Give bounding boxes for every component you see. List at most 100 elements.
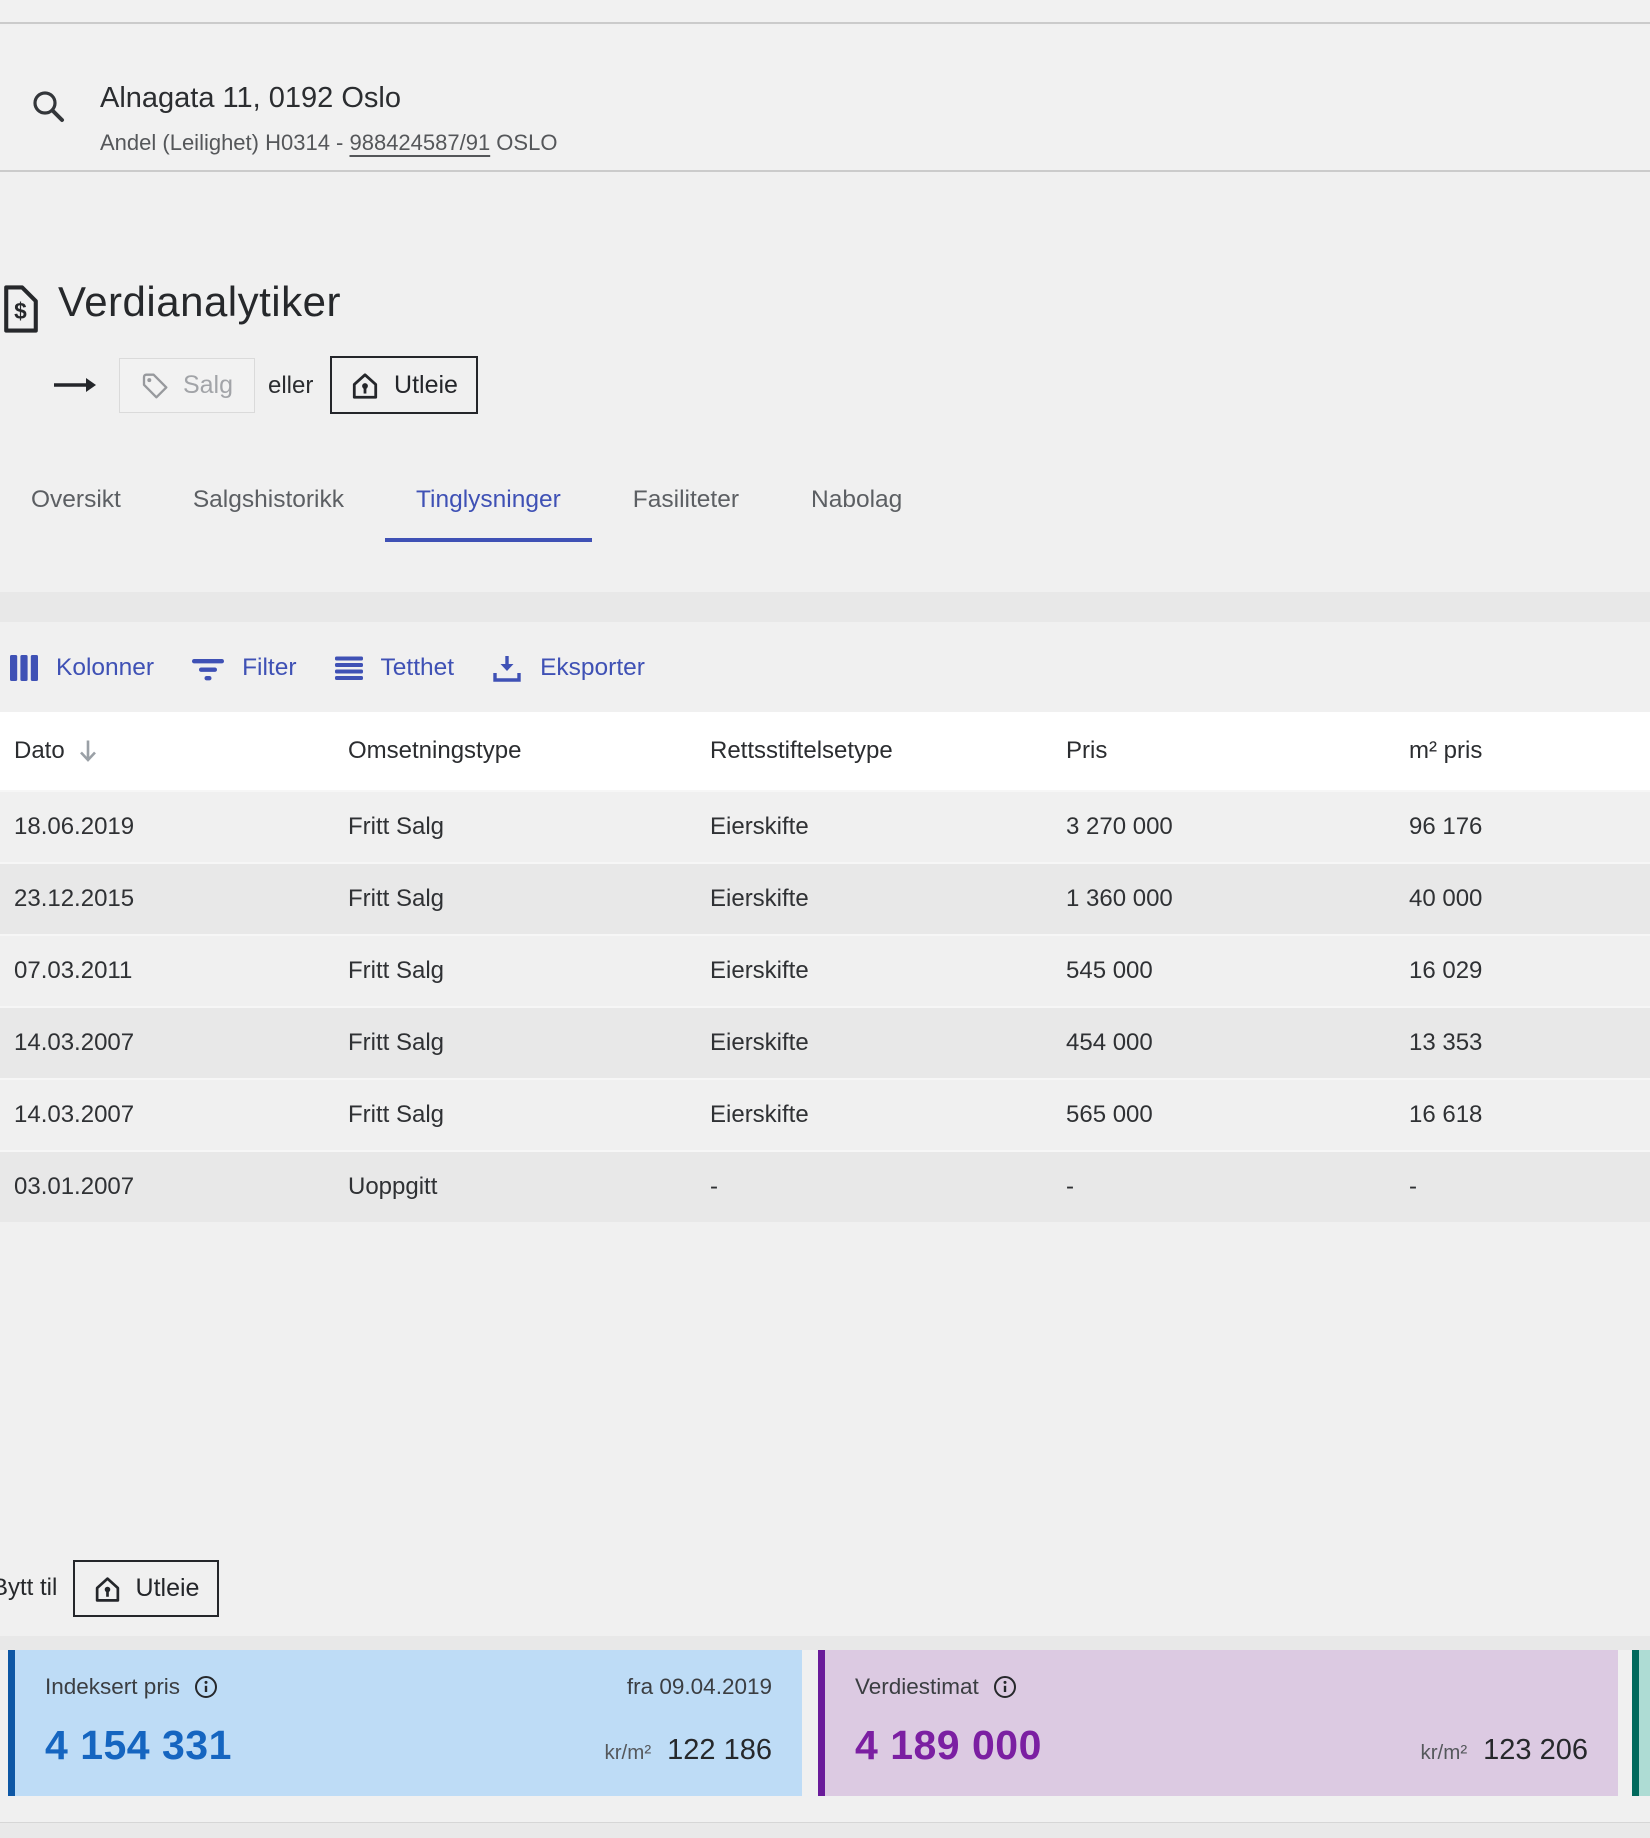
cell-omsetningstype: Fritt Salg	[348, 957, 710, 985]
top-strip	[0, 0, 1650, 24]
table-header: Dato Omsetningstype Rettsstiftelsetype P…	[0, 712, 1650, 790]
table-row[interactable]: 07.03.2011 Fritt Salg Eierskifte 545 000…	[0, 934, 1650, 1006]
cell-rettsstiftelsetype: Eierskifte	[710, 813, 1066, 841]
tab-tinglysninger[interactable]: Tinglysninger	[385, 486, 592, 542]
estimate-sqm-price: 123 206	[1483, 1734, 1588, 1767]
cell-pris: 1 360 000	[1066, 885, 1409, 913]
column-header-dato[interactable]: Dato	[14, 737, 348, 765]
cell-omsetningstype: Fritt Salg	[348, 1029, 710, 1057]
bytt-til-label: Bytt til	[0, 1574, 57, 1602]
svg-text:$: $	[14, 298, 27, 324]
sort-descending-icon[interactable]	[77, 738, 99, 764]
tab-salgshistorikk[interactable]: Salgshistorikk	[162, 486, 375, 542]
utleie-toggle-button[interactable]: Utleie	[330, 356, 478, 414]
table-row[interactable]: 18.06.2019 Fritt Salg Eierskifte 3 270 0…	[0, 790, 1650, 862]
property-city: OSLO	[490, 130, 557, 155]
indexed-price-date: fra 09.04.2019	[627, 1674, 772, 1700]
search-icon[interactable]	[30, 88, 70, 128]
salg-label: Salg	[183, 371, 233, 400]
page-title: Verdianalytiker	[58, 278, 341, 326]
column-header-m2-pris[interactable]: m² pris	[1409, 737, 1650, 765]
cell-dato: 18.06.2019	[14, 813, 348, 841]
salg-toggle-button[interactable]: Salg	[119, 358, 255, 413]
column-header-omsetningstype[interactable]: Omsetningstype	[348, 737, 710, 765]
columns-label: Kolonner	[56, 654, 154, 682]
cell-pris: 454 000	[1066, 1029, 1409, 1057]
bytt-til-utleie-button[interactable]: Utleie	[73, 1560, 219, 1617]
utleie-label: Utleie	[394, 371, 458, 400]
section-divider-band	[0, 592, 1650, 622]
filter-button[interactable]: Filter	[191, 653, 296, 683]
columns-icon	[9, 653, 39, 683]
value-estimate-card: Verdiestimat 4 189 000 kr/m² 123 206	[818, 1650, 1618, 1796]
property-subtitle: Andel (Leilighet) H0314 - 988424587/91 O…	[100, 130, 557, 156]
home-keyhole-icon	[350, 371, 380, 400]
density-icon	[334, 653, 364, 683]
info-icon[interactable]	[993, 1675, 1017, 1699]
tag-icon	[141, 372, 169, 400]
column-header-pris[interactable]: Pris	[1066, 737, 1409, 765]
filter-label: Filter	[242, 654, 296, 682]
filter-icon	[191, 653, 225, 683]
verdianalytiker-page: Alnagata 11, 0192 Oslo Andel (Leilighet)…	[0, 0, 1650, 1838]
clipped-teal-card	[1632, 1650, 1650, 1796]
column-header-rettsstiftelsetype[interactable]: Rettsstiftelsetype	[710, 737, 1066, 765]
cell-m2-pris: -	[1409, 1173, 1650, 1201]
cell-dato: 03.01.2007	[14, 1173, 348, 1201]
density-label: Tetthet	[381, 654, 455, 682]
cell-omsetningstype: Fritt Salg	[348, 813, 710, 841]
tab-fasiliteter[interactable]: Fasiliteter	[602, 486, 770, 542]
cell-dato: 14.03.2007	[14, 1101, 348, 1129]
tab-nabolag[interactable]: Nabolag	[780, 486, 933, 542]
indexed-price-label: Indeksert pris	[45, 1674, 180, 1700]
utleie-label: Utleie	[136, 1574, 200, 1603]
cell-pris: 545 000	[1066, 957, 1409, 985]
density-button[interactable]: Tetthet	[334, 653, 455, 683]
cell-omsetningstype: Fritt Salg	[348, 1101, 710, 1129]
property-address: Alnagata 11, 0192 Oslo	[100, 82, 401, 115]
export-button[interactable]: Eksporter	[491, 653, 645, 684]
sqm-unit-label: kr/m²	[604, 1741, 651, 1765]
value-estimate-label: Verdiestimat	[855, 1674, 979, 1700]
cell-rettsstiftelsetype: Eierskifte	[710, 1029, 1066, 1057]
home-keyhole-icon	[93, 1575, 122, 1603]
property-search-header[interactable]: Alnagata 11, 0192 Oslo Andel (Leilighet)…	[0, 26, 1650, 172]
eller-label: eller	[268, 372, 313, 400]
cell-m2-pris: 40 000	[1409, 885, 1650, 913]
table-toolbar: Kolonner Filter Tetthet	[9, 640, 645, 696]
cell-m2-pris: 96 176	[1409, 813, 1650, 841]
columns-button[interactable]: Kolonner	[9, 653, 154, 683]
info-icon[interactable]	[194, 1675, 218, 1699]
table-row[interactable]: 14.03.2007 Fritt Salg Eierskifte 454 000…	[0, 1006, 1650, 1078]
org-number-link[interactable]: 988424587/91	[349, 130, 490, 155]
cell-m2-pris: 16 618	[1409, 1101, 1650, 1129]
sqm-unit-label: kr/m²	[1420, 1741, 1467, 1765]
cell-pris: 3 270 000	[1066, 813, 1409, 841]
bottom-gap	[0, 1796, 1650, 1822]
indexed-price-card: Indeksert pris fra 09.04.2019 4 154 331 …	[8, 1650, 802, 1796]
footer-divider-band	[0, 1636, 1650, 1650]
cell-pris: -	[1066, 1173, 1409, 1201]
table-row[interactable]: 03.01.2007 Uoppgitt - - -	[0, 1150, 1650, 1222]
cell-dato: 14.03.2007	[14, 1029, 348, 1057]
cell-m2-pris: 16 029	[1409, 957, 1650, 985]
cell-dato: 07.03.2011	[14, 957, 348, 985]
cell-rettsstiftelsetype: -	[710, 1173, 1066, 1201]
value-estimate-value: 4 189 000	[855, 1722, 1042, 1769]
dato-header-label: Dato	[14, 737, 65, 765]
cell-pris: 565 000	[1066, 1101, 1409, 1129]
table-row[interactable]: 23.12.2015 Fritt Salg Eierskifte 1 360 0…	[0, 862, 1650, 934]
right-arrow-icon	[52, 376, 98, 394]
cell-dato: 23.12.2015	[14, 885, 348, 913]
table-row[interactable]: 14.03.2007 Fritt Salg Eierskifte 565 000…	[0, 1078, 1650, 1150]
tab-oversikt[interactable]: Oversikt	[0, 486, 152, 542]
indexed-price-value: 4 154 331	[45, 1722, 232, 1769]
bottom-strip	[0, 1822, 1650, 1838]
export-label: Eksporter	[540, 654, 645, 682]
cell-omsetningstype: Fritt Salg	[348, 885, 710, 913]
download-icon	[491, 653, 523, 684]
property-type: Andel (Leilighet) H0314 -	[100, 130, 349, 155]
cell-rettsstiftelsetype: Eierskifte	[710, 1101, 1066, 1129]
indexed-sqm-price: 122 186	[667, 1734, 772, 1767]
cell-rettsstiftelsetype: Eierskifte	[710, 885, 1066, 913]
